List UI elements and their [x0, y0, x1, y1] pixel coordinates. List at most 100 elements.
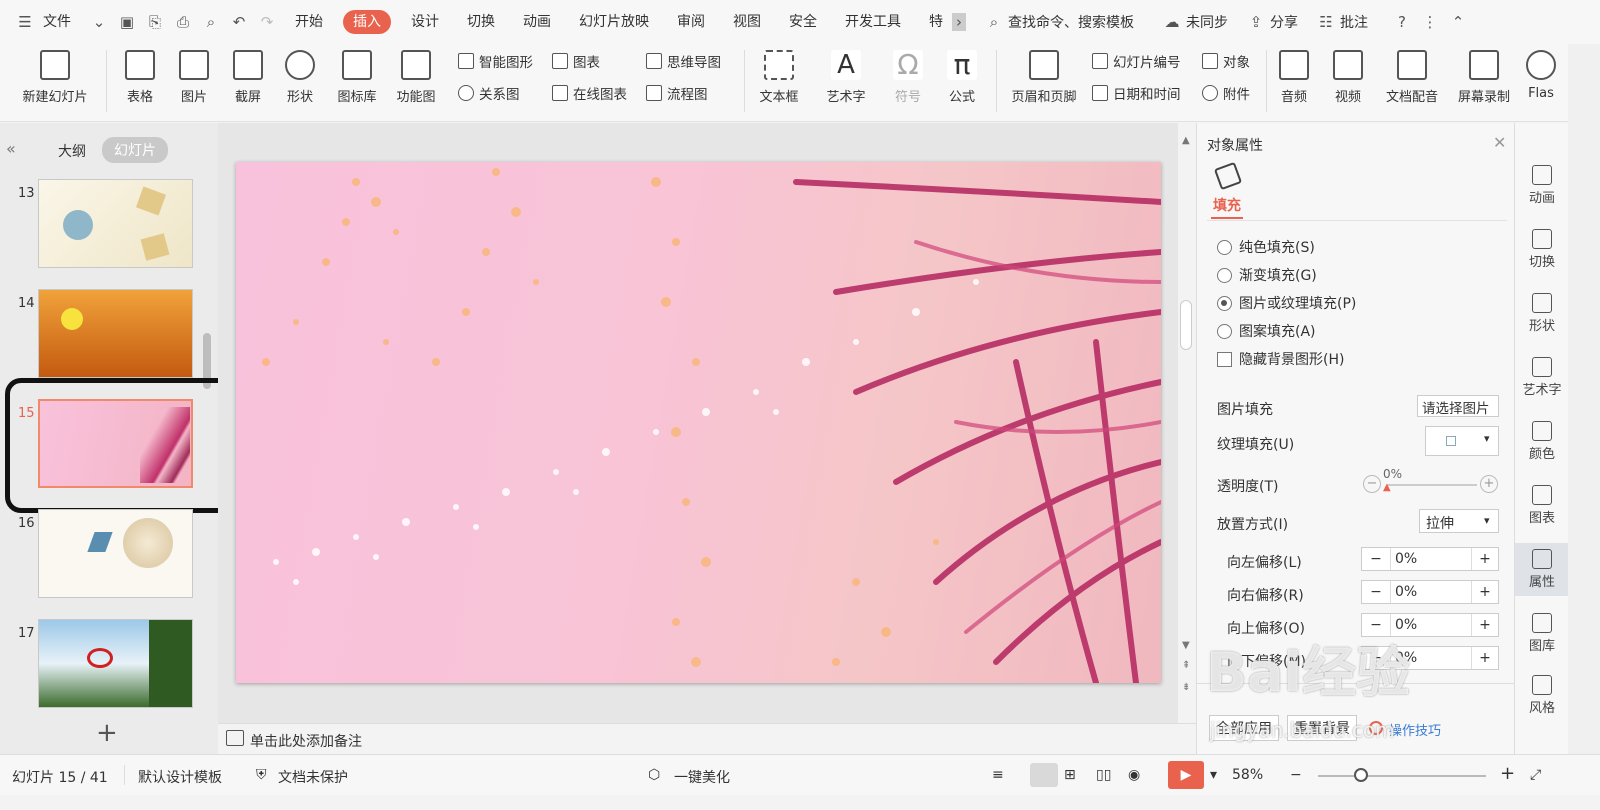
formula-button[interactable]: π 公式 [940, 48, 984, 112]
sidebar-gallery[interactable]: 图库 [1515, 613, 1569, 654]
file-menu[interactable]: 文件 [39, 0, 85, 44]
function-chart-button[interactable]: 功能图 [390, 48, 442, 112]
save-icon[interactable]: ▣ [118, 13, 136, 31]
close-icon[interactable]: ✕ [1493, 133, 1506, 152]
datetime-button[interactable]: 日期和时间 [1092, 82, 1181, 104]
protection-status[interactable]: 文档未保护 [278, 767, 348, 787]
tab-slides[interactable]: 幻灯片 [102, 137, 168, 163]
audio-button[interactable]: 音频 [1272, 48, 1316, 112]
hamburger-icon[interactable]: ☰ [16, 13, 34, 31]
narration-button[interactable]: 文档配音 [1380, 48, 1444, 112]
tab-fill[interactable]: 填充 [1213, 195, 1241, 215]
comment-button[interactable]: 批注 [1340, 12, 1368, 32]
sidebar-shape[interactable]: 形状 [1515, 293, 1569, 334]
scroll-down-icon[interactable]: ▼ [1182, 640, 1190, 651]
more-icon[interactable]: ⋮ [1421, 13, 1439, 31]
checkbox[interactable] [1217, 351, 1232, 367]
header-footer-button[interactable]: 页眉和页脚 [1004, 48, 1084, 112]
tab-view[interactable]: 视图 [719, 0, 775, 44]
slider-thumb[interactable]: ▲ [1383, 482, 1391, 493]
tab-home[interactable]: 开始 [281, 0, 337, 44]
tab-slideshow[interactable]: 幻灯片放映 [565, 0, 663, 44]
online-chart-button[interactable]: 在线图表 [552, 82, 627, 104]
slide-scrollbar[interactable] [1180, 300, 1192, 350]
offset-right-stepper[interactable]: −0% + [1361, 580, 1499, 604]
flash-button[interactable]: Flas [1522, 48, 1560, 112]
notes-bar[interactable]: 单击此处添加备注 [218, 723, 1196, 754]
radio-button[interactable] [1217, 239, 1232, 255]
video-button[interactable]: 视频 [1326, 48, 1370, 112]
radio-button[interactable] [1217, 323, 1232, 339]
slide-thumbnail-14[interactable] [38, 289, 193, 378]
export-icon[interactable]: ⎘ [146, 13, 164, 31]
presenter-view-icon[interactable]: ◉ [1128, 767, 1140, 783]
offset-right-value[interactable]: 0% [1390, 581, 1472, 603]
fill-bucket-icon[interactable] [1213, 161, 1243, 191]
plus-icon[interactable]: + [1472, 548, 1498, 570]
shape-button[interactable]: 形状 [278, 48, 322, 112]
tab-outline[interactable]: 大纲 [58, 141, 86, 161]
radio-button-selected[interactable] [1217, 295, 1232, 311]
notes-placeholder[interactable]: 单击此处添加备注 [250, 731, 362, 751]
tab-scroll-right-icon[interactable]: › [952, 13, 966, 31]
sidebar-animation[interactable]: 动画 [1515, 165, 1569, 206]
prev-slide-icon[interactable]: ⇞ [1182, 660, 1190, 671]
tab-developer[interactable]: 开发工具 [831, 0, 915, 44]
zoom-slider-thumb[interactable] [1354, 768, 1368, 782]
slide-counter[interactable]: 幻灯片 15 / 41 [12, 767, 108, 787]
panel-title[interactable]: 对象属性 [1207, 135, 1263, 155]
beautify-button[interactable]: 一键美化 [674, 767, 730, 787]
picture-button[interactable]: 图片 [172, 48, 216, 112]
sidebar-wordart[interactable]: 艺术字 [1515, 357, 1569, 398]
transparency-slider[interactable] [1387, 484, 1477, 486]
zoom-level[interactable]: 58% [1232, 767, 1263, 783]
tab-insert[interactable]: 插入 [343, 10, 391, 34]
wordart-button[interactable]: A 艺术字 [818, 48, 874, 112]
slide-thumbnail-16[interactable] [38, 509, 193, 598]
relation-chart-button[interactable]: 关系图 [458, 82, 520, 104]
fit-window-icon[interactable]: ⤢ [1530, 767, 1541, 783]
slide-number-button[interactable]: 幻灯片编号 [1092, 50, 1181, 72]
texture-dropdown[interactable]: ▾ [1425, 426, 1499, 456]
tab-design[interactable]: 设计 [397, 0, 453, 44]
mindmap-button[interactable]: 思维导图 [646, 50, 721, 72]
add-slide-button[interactable]: + [96, 718, 118, 748]
tab-review[interactable]: 审阅 [663, 0, 719, 44]
object-button[interactable]: 对象 [1202, 50, 1250, 72]
tab-animation[interactable]: 动画 [509, 0, 565, 44]
help-icon[interactable]: ? [1393, 13, 1411, 31]
sidebar-transition[interactable]: 切换 [1515, 229, 1569, 270]
textbox-button[interactable]: 文本框 [752, 48, 806, 112]
preview-icon[interactable]: ⌕ [202, 13, 220, 31]
solid-fill-option[interactable]: 纯色填充(S) [1217, 237, 1315, 257]
right-edge-scrollbar[interactable] [1568, 44, 1600, 754]
tab-special[interactable]: 特 [915, 0, 947, 44]
redo-icon[interactable]: ↷ [258, 13, 276, 31]
scroll-up-icon[interactable]: ▲ [1182, 135, 1190, 146]
attachment-button[interactable]: 附件 [1202, 82, 1250, 104]
table-button[interactable]: 表格 [118, 48, 162, 112]
notes-view-icon[interactable]: ≡ [992, 767, 1004, 783]
choose-picture-button[interactable]: 请选择图片 [1417, 395, 1499, 417]
sidebar-chart[interactable]: 图表 [1515, 485, 1569, 526]
tips-link[interactable]: 操作技巧 [1389, 720, 1441, 739]
sync-status[interactable]: 未同步 [1186, 12, 1228, 32]
share-button[interactable]: 分享 [1270, 12, 1298, 32]
collapse-ribbon-icon[interactable]: ⌃ [1449, 13, 1467, 31]
symbol-button[interactable]: Ω 符号 [886, 48, 930, 112]
design-template[interactable]: 默认设计模板 [138, 767, 222, 787]
chevron-down-icon[interactable]: ▾ [1210, 767, 1217, 783]
tab-security[interactable]: 安全 [775, 0, 831, 44]
plus-icon[interactable]: + [1472, 581, 1498, 603]
offset-left-stepper[interactable]: −0% + [1361, 547, 1499, 571]
picture-fill-option[interactable]: 图片或纹理填充(P) [1217, 293, 1356, 313]
minus-icon[interactable]: − [1362, 581, 1390, 603]
tab-transition[interactable]: 切换 [453, 0, 509, 44]
screenshot-button[interactable]: 截屏 [226, 48, 270, 112]
icon-library-button[interactable]: 图标库 [332, 48, 382, 112]
smart-shape-button[interactable]: 智能图形 [458, 50, 533, 72]
radio-button[interactable] [1217, 267, 1232, 283]
undo-icon[interactable]: ↶ [230, 13, 248, 31]
sorter-view-icon[interactable]: ⊞ [1064, 767, 1076, 783]
play-slideshow-button[interactable]: ▶ [1168, 761, 1204, 789]
